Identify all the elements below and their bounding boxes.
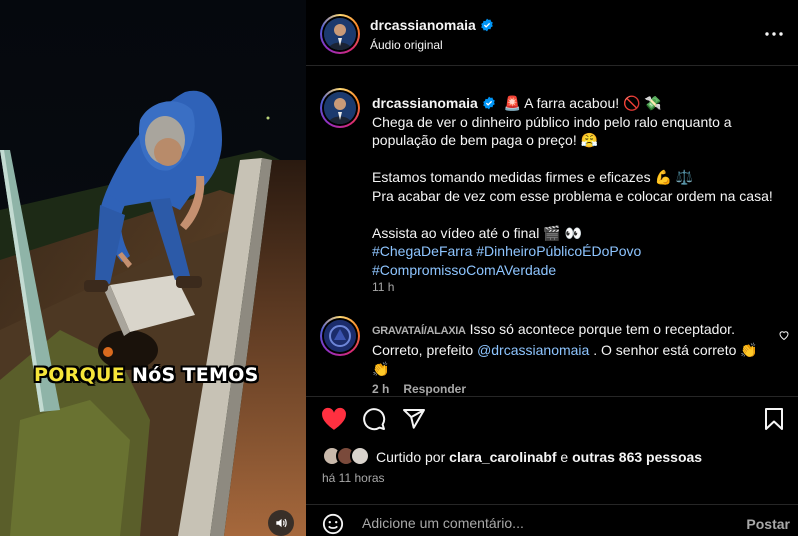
comment-text-part4: 👏	[372, 361, 390, 377]
commenter-logo-icon	[324, 320, 356, 352]
comment-text-part2: Correto, prefeito	[372, 342, 478, 358]
verified-badge-icon	[481, 18, 493, 32]
save-button[interactable]	[760, 405, 788, 433]
avatar-portrait-icon	[324, 92, 356, 124]
audio-source-label[interactable]: Áudio original	[370, 38, 443, 52]
liker-username[interactable]: clara_carolinabf	[449, 449, 556, 465]
likes-prefix: Curtido por	[376, 449, 450, 465]
share-button[interactable]	[400, 405, 428, 433]
more-options-button[interactable]	[762, 22, 786, 46]
overlay-highlight-word: PORQUE	[34, 364, 126, 386]
comment-button[interactable]	[360, 405, 388, 433]
comment-time: 2 h	[372, 382, 390, 396]
comment-mention-link[interactable]: @drcassianomaia	[477, 342, 589, 358]
heart-outline-icon	[779, 331, 789, 341]
avatar-portrait-icon	[324, 18, 356, 50]
caption-line-4	[372, 150, 782, 169]
video-caption-overlay: PORQUE NóS TEMOS	[34, 364, 259, 386]
caption-line-3: população de bem paga o preço! 😤	[372, 132, 599, 148]
caption-line-6: Pra acabar de vez com esse problema e co…	[372, 187, 773, 204]
likes-middle: e	[556, 449, 573, 465]
comment-username[interactable]: GRAVATAÍ/ALAXIA	[372, 325, 466, 337]
caption-text: drcassianomaia 🚨 A farra acabou! 🚫 💸 Che…	[372, 94, 782, 279]
caption-username[interactable]: drcassianomaia	[372, 95, 478, 111]
comment-like-button[interactable]	[778, 328, 790, 346]
comment-input[interactable]	[362, 515, 722, 531]
verified-badge-icon	[483, 96, 495, 110]
post-timestamp: há 11 horas	[322, 471, 385, 485]
more-dots-icon	[765, 32, 783, 36]
caption-author-avatar[interactable]	[320, 88, 360, 128]
comment-text: GRAVATAÍ/ALAXIA Isso só acontece porque …	[372, 320, 772, 379]
speaker-icon	[276, 518, 287, 528]
likes-summary[interactable]: Curtido por clara_carolinabf e outras 86…	[322, 446, 792, 468]
post-header: drcassianomaia Áudio original	[306, 0, 798, 66]
caption-timestamp: 11 h	[372, 280, 395, 294]
hashtags-line-1[interactable]: #ChegaDeFarra #DinheiroPúblicoÉDoPovo	[372, 242, 782, 261]
header-username[interactable]: drcassianomaia	[370, 17, 494, 33]
likes-text[interactable]: Curtido por clara_carolinabf e outras 86…	[376, 449, 702, 465]
paper-plane-icon	[403, 409, 425, 429]
bookmark-icon	[765, 408, 783, 430]
audio-toggle-button[interactable]	[268, 510, 294, 536]
author-avatar[interactable]	[320, 14, 360, 54]
header-username-text[interactable]: drcassianomaia	[370, 17, 476, 33]
add-comment-bar: Postar	[306, 504, 798, 536]
caption-line-2: Chega de ver o dinheiro público indo pel…	[372, 113, 732, 130]
commenter-avatar[interactable]	[320, 316, 360, 356]
comment-text-part1: Isso só acontece porque tem o receptador…	[465, 321, 735, 337]
liker-avatar-3	[350, 446, 370, 466]
caption-line-7	[372, 205, 782, 224]
hashtags-line-2[interactable]: #CompromissoComAVerdade	[372, 261, 782, 280]
comment-meta: 2 h Responder	[372, 382, 480, 396]
heart-filled-icon	[322, 407, 346, 430]
overlay-rest-words: NóS TEMOS	[125, 364, 259, 386]
video-player[interactable]: PORQUE NóS TEMOS	[0, 0, 306, 536]
comment-bubble-icon	[363, 408, 386, 431]
action-bar	[306, 396, 798, 440]
emoji-button[interactable]	[322, 513, 346, 536]
post-comment-button[interactable]: Postar	[746, 516, 790, 532]
reply-button[interactable]: Responder	[403, 382, 466, 396]
caption-line-5: Estamos tomando medidas firmes e eficaze…	[372, 169, 694, 185]
smiley-icon	[322, 513, 344, 535]
comment-text-part3: . O senhor está correto 👏	[589, 342, 758, 358]
video-frame	[0, 0, 306, 536]
post-panel: drcassianomaia Áudio original drcassiano…	[306, 0, 798, 536]
caption-line-8: Assista ao vídeo até o final 🎬 👀	[372, 224, 582, 241]
like-button[interactable]	[320, 405, 348, 433]
caption-line-1: 🚨 A farra acabou! 🚫 💸	[503, 95, 662, 111]
likes-others[interactable]: outras 863 pessoas	[572, 449, 702, 465]
